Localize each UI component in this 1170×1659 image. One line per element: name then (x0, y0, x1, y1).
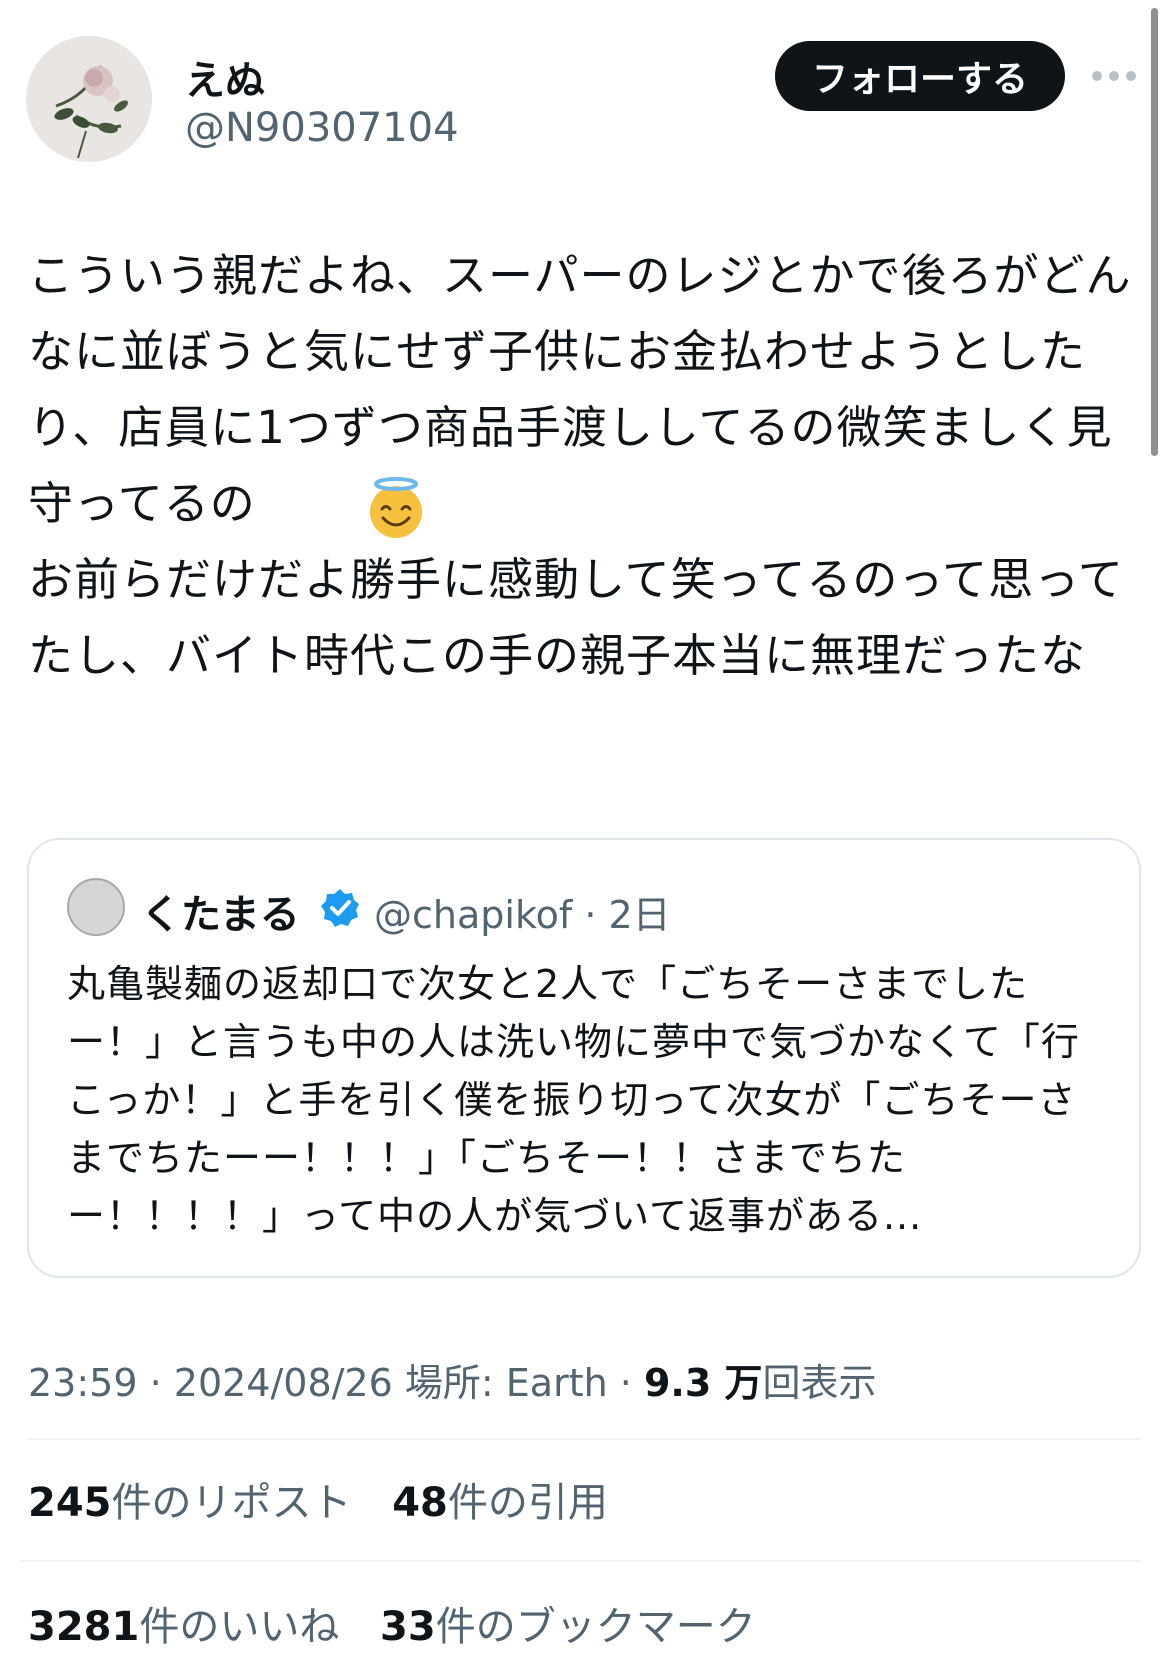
smiling-face-with-halo-icon (370, 477, 422, 538)
reposts-count: 245 (28, 1480, 112, 1526)
likes-count: 3281 (28, 1604, 140, 1650)
divider (18, 1560, 1142, 1562)
bookmarks-count: 33 (380, 1604, 436, 1650)
follow-button[interactable]: フォローする (775, 41, 1065, 111)
quotes-label: 件の引用 (447, 1480, 608, 1526)
tweet-location: 場所: Earth (404, 1361, 608, 1405)
rose-photo (26, 36, 152, 162)
bookmarks-stat[interactable]: 33件のブックマーク (380, 1604, 756, 1650)
quoted-tweet-age: 2日 (608, 893, 671, 937)
quoted-author-avatar[interactable] (67, 878, 125, 936)
tweet-meta: 23:59 · 2024/08/26 場所: Earth · 9.3 万回表示 (28, 1361, 877, 1405)
stats-row-shares: 245件のリポスト 48件の引用 (28, 1470, 636, 1528)
stats-row-engagement: 3281件のいいね 33件のブックマーク (28, 1594, 784, 1652)
tweet-text-part2: お前らだけだよ勝手に感動して笑ってるのって思ってたし、バイト時代この手の親子本当… (28, 553, 1124, 682)
quoted-author-name[interactable]: くたまる (141, 882, 300, 940)
reposts-stat[interactable]: 245件のリポスト (28, 1480, 352, 1526)
author-avatar[interactable] (26, 36, 152, 162)
bookmarks-label: 件のブックマーク (435, 1604, 756, 1650)
quoted-author-meta: @chapikof · 2日 (374, 893, 671, 937)
verified-badge-icon (321, 889, 359, 927)
quoted-author-handle[interactable]: @chapikof (374, 893, 572, 937)
tweet-text: こういう親だよね、スーパーのレジとかで後ろがどんなに並ぼうと気にせず子供にお金払… (28, 238, 1146, 694)
likes-stat[interactable]: 3281件のいいね (28, 1604, 339, 1650)
views-label: 回表示 (762, 1361, 877, 1405)
more-options-icon[interactable] (1092, 63, 1136, 89)
quoted-tweet-card[interactable]: くたまる @chapikof · 2日 丸亀製麺の返却口で次女と2人で「ごちそー… (27, 838, 1141, 1278)
likes-label: 件のいいね (139, 1604, 340, 1650)
quotes-stat[interactable]: 48件の引用 (392, 1480, 608, 1526)
divider (28, 1438, 1142, 1440)
views-count: 9.3 万 (643, 1361, 763, 1405)
author-handle[interactable]: @N90307104 (185, 105, 459, 151)
reposts-label: 件のリポスト (111, 1480, 352, 1526)
author-display-name[interactable]: えぬ (185, 48, 265, 106)
tweet-text-part1: こういう親だよね、スーパーのレジとかで後ろがどんなに並ぼうと気にせず子供にお金払… (28, 249, 1132, 530)
quotes-count: 48 (392, 1480, 448, 1526)
tweet-date[interactable]: 2024/08/26 (174, 1361, 393, 1405)
scrollbar[interactable] (1151, 8, 1158, 456)
tweet-time[interactable]: 23:59 (28, 1361, 138, 1405)
quoted-tweet-text: 丸亀製麺の返却口で次女と2人で「ごちそーさまでしたー！」と言うも中の人は洗い物に… (67, 962, 1080, 1238)
